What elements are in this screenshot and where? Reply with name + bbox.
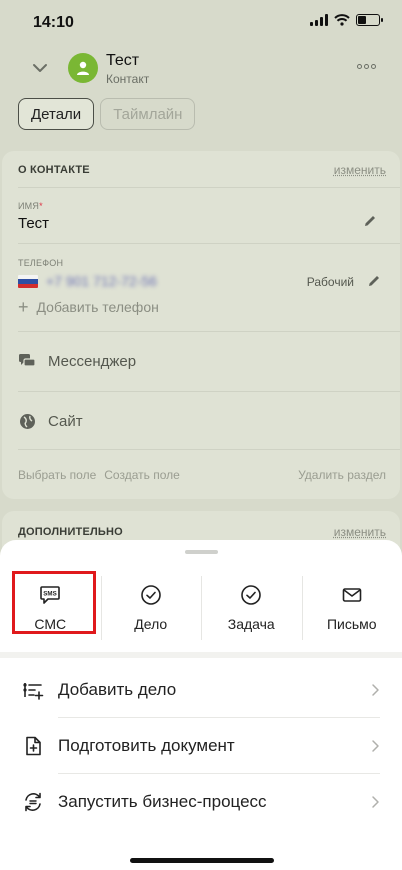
phone-type-label[interactable]: Рабочий — [307, 275, 354, 289]
add-activity-menu-item[interactable]: Добавить дело — [22, 662, 380, 718]
edit-contact-link[interactable]: изменить — [334, 163, 386, 177]
start-business-process-label: Запустить бизнес-процесс — [58, 792, 267, 811]
contact-info-card: О КОНТАКТЕ изменить ИМЯ* Тест ТЕЛЕФОН +7… — [2, 151, 400, 499]
contact-title: Тест — [106, 52, 140, 69]
chevron-right-icon — [372, 740, 379, 752]
status-time: 14:10 — [33, 14, 74, 31]
wifi-icon — [334, 14, 350, 26]
add-activity-icon — [23, 683, 44, 700]
name-field-value[interactable]: Тест — [18, 215, 49, 232]
sheet-separator — [0, 652, 402, 658]
task-action-button[interactable]: Задача — [201, 564, 302, 652]
activity-action-button[interactable]: Дело — [100, 564, 202, 652]
pencil-icon[interactable] — [362, 213, 378, 229]
add-action-bottom-sheet: SMS СМС Дело Задача Письмо Добавить дело… — [0, 540, 402, 870]
phone-field-value[interactable]: +7 901 712-72-56 — [46, 273, 157, 289]
start-business-process-menu-item[interactable]: Запустить бизнес-процесс — [22, 774, 380, 830]
more-options-icon[interactable] — [357, 64, 376, 69]
messenger-field[interactable]: Мессенджер — [18, 352, 136, 370]
status-bar: 14:10 — [0, 0, 402, 44]
user-icon — [77, 61, 89, 75]
add-phone-label: Добавить телефон — [36, 299, 159, 315]
divider — [18, 187, 400, 188]
delete-section-link[interactable]: Удалить раздел — [298, 468, 386, 482]
home-indicator[interactable] — [130, 858, 274, 863]
section-title-contact: О КОНТАКТЕ — [18, 164, 90, 176]
plus-icon: + — [18, 297, 29, 317]
prepare-document-label: Подготовить документ — [58, 736, 235, 755]
battery-icon — [356, 14, 383, 26]
tab-bar: Детали Таймлайн — [18, 98, 196, 130]
add-phone-button[interactable]: + Добавить телефон — [18, 297, 159, 317]
document-add-icon — [26, 736, 41, 756]
edit-extra-link[interactable]: изменить — [334, 525, 386, 539]
add-activity-label: Добавить дело — [58, 680, 177, 699]
divider — [18, 391, 400, 392]
email-action-button[interactable]: Письмо — [301, 564, 402, 652]
chevron-right-icon — [372, 684, 379, 696]
task-action-label: Задача — [227, 616, 275, 632]
contact-header: Тест Контакт — [0, 44, 402, 94]
status-icons — [310, 14, 383, 26]
tab-timeline[interactable]: Таймлайн — [100, 98, 196, 130]
create-field-link[interactable]: Создать поле — [104, 468, 180, 482]
divider — [18, 243, 400, 244]
chevron-right-icon — [372, 796, 379, 808]
pencil-icon[interactable] — [366, 273, 382, 289]
chevron-down-icon[interactable] — [30, 58, 50, 78]
tab-details[interactable]: Детали — [18, 98, 95, 130]
russia-flag-icon[interactable] — [18, 275, 38, 288]
sms-highlight-frame — [12, 571, 96, 634]
prepare-document-menu-item[interactable]: Подготовить документ — [22, 718, 380, 774]
divider — [18, 331, 400, 332]
avatar[interactable] — [68, 53, 98, 83]
activity-action-label: Дело — [134, 616, 168, 632]
site-label: Сайт — [48, 412, 83, 430]
email-action-label: Письмо — [326, 616, 377, 632]
business-process-icon — [25, 792, 41, 812]
divider — [18, 449, 400, 450]
messenger-label: Мессенджер — [48, 352, 137, 370]
globe-icon — [18, 412, 36, 430]
sheet-grabber[interactable] — [185, 550, 218, 554]
signal-icon — [310, 14, 328, 26]
select-field-link[interactable]: Выбрать поле — [18, 468, 96, 482]
section-footer-links: Выбрать поле Создать поле Удалить раздел — [18, 468, 386, 482]
site-field[interactable]: Сайт — [18, 412, 83, 430]
chat-bubbles-icon — [18, 352, 36, 370]
contact-subtitle: Контакт — [106, 72, 150, 86]
check-circle-icon — [241, 585, 262, 605]
section-title-extra: ДОПОЛНИТЕЛЬНО — [18, 526, 123, 538]
name-field-label: ИМЯ* — [18, 201, 43, 211]
check-circle-icon — [140, 585, 161, 605]
envelope-icon — [342, 588, 362, 602]
phone-field-label: ТЕЛЕФОН — [18, 258, 64, 268]
